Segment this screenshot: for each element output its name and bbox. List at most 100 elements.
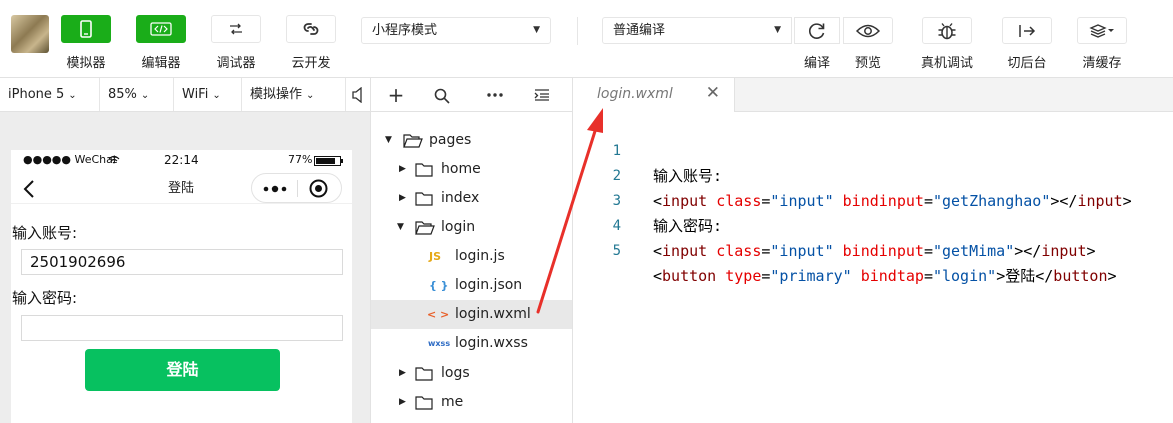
tree-label: login.wxss: [455, 335, 528, 351]
tree-folder-me[interactable]: ▶ me: [371, 388, 572, 417]
remote-debug-button[interactable]: [922, 17, 972, 44]
battery-percent: 77%: [288, 153, 313, 166]
folder-icon: [415, 396, 433, 410]
refresh-icon: [808, 22, 825, 39]
caret-right-icon: ▶: [399, 368, 406, 378]
simulate-operation-select[interactable]: 模拟操作 ⌄: [242, 78, 346, 111]
layers-icon: [1089, 23, 1114, 38]
simulator-toggle-button[interactable]: [61, 15, 111, 43]
tab-login-wxml[interactable]: login.wxml ✕: [573, 78, 735, 112]
debugger-toggle-button[interactable]: [211, 15, 261, 43]
network-select[interactable]: WiFi ⌄: [174, 78, 242, 111]
tree-folder-home[interactable]: ▶ home: [371, 155, 572, 184]
tab-title: login.wxml: [597, 86, 673, 102]
mode-select-value: 小程序模式: [372, 23, 438, 38]
device-select-value: iPhone 5: [8, 87, 65, 102]
close-icon[interactable]: ✕: [706, 83, 720, 103]
code-line-2[interactable]: 2 <input class="input" bindinput="getZha…: [573, 139, 1132, 210]
chevron-down-icon: ⌄: [306, 90, 315, 101]
status-time: 22:14: [164, 153, 199, 167]
folder-open-icon: [403, 134, 423, 148]
folder-open-icon: [415, 221, 435, 235]
login-button[interactable]: 登陆: [85, 349, 280, 391]
search-icon[interactable]: [434, 88, 450, 104]
mode-select[interactable]: 小程序模式 ▼: [361, 17, 551, 44]
network-select-value: WiFi: [182, 87, 209, 102]
code-line-1[interactable]: 1 输入账号:: [573, 114, 722, 185]
tree-folder-index[interactable]: ▶ index: [371, 184, 572, 213]
js-file-icon: JS: [429, 250, 442, 263]
code-text: <button type="primary" bindtap="login">登…: [653, 267, 1117, 285]
editor-label: 编辑器: [141, 56, 181, 71]
cloud-dev-button[interactable]: [286, 15, 336, 43]
code-line-3[interactable]: 3 输入密码:: [573, 164, 722, 235]
account-input[interactable]: 2501902696: [21, 249, 343, 275]
json-file-icon: { }: [429, 279, 449, 292]
back-arrow-icon[interactable]: [23, 179, 35, 199]
tree-file-login-json[interactable]: { } login.json: [371, 271, 572, 300]
device-select[interactable]: iPhone 5 ⌄: [0, 78, 100, 111]
remote-debug-label: 真机调试: [920, 56, 973, 71]
simulate-operation-value: 模拟操作: [250, 87, 303, 102]
chevron-down-icon: ⌄: [68, 90, 77, 101]
tree-label: login.js: [455, 248, 505, 264]
editor-tabs: login.wxml ✕: [573, 78, 1173, 112]
volume-icon[interactable]: [352, 86, 364, 107]
carrier-text: ●●●●● WeChat: [23, 153, 118, 166]
code-line-4[interactable]: 4 <input class="input" bindinput="getMim…: [573, 189, 1096, 260]
tree-folder-logs[interactable]: ▶ logs: [371, 359, 572, 388]
menu-capsule: [251, 173, 342, 203]
code-text: 输入密码:: [653, 217, 723, 235]
more-dots-icon[interactable]: [263, 185, 287, 193]
switch-background-icon: [1019, 24, 1036, 37]
clear-cache-button[interactable]: [1077, 17, 1127, 44]
chevron-down-icon: ⌄: [212, 90, 221, 101]
background-switch-button[interactable]: [1002, 17, 1052, 44]
caret-right-icon: ▶: [399, 397, 406, 407]
code-editor: login.wxml ✕ 1 输入账号: 2 <input class="inp…: [573, 78, 1173, 423]
wxss-file-icon: wxss: [428, 339, 451, 348]
battery-icon: [314, 156, 343, 166]
preview-button[interactable]: [843, 17, 893, 44]
code-text: <input class="input" bindinput="getZhang…: [653, 192, 1132, 210]
tree-file-login-wxml[interactable]: < > login.wxml: [371, 300, 572, 329]
tree-folder-login[interactable]: ▼ login: [371, 213, 572, 242]
collapse-list-icon[interactable]: [534, 89, 550, 101]
password-label: 输入密码:: [12, 289, 78, 307]
eye-icon: [856, 24, 880, 37]
nav-bar: 登陆: [11, 172, 352, 204]
zoom-select[interactable]: 85% ⌄: [100, 78, 174, 111]
compile-select[interactable]: 普通编译 ▼: [602, 17, 792, 44]
tree-label: login.wxml: [455, 306, 531, 322]
file-tree-panel: + ▼ pages ▶ home ▶ index ▼ login JS logi…: [370, 78, 573, 423]
zoom-select-value: 85%: [108, 87, 137, 102]
editor-toggle-button[interactable]: [136, 15, 186, 43]
password-input[interactable]: [21, 315, 343, 341]
wifi-icon: [108, 155, 120, 164]
folder-icon: [415, 192, 433, 206]
tree-label: home: [441, 161, 481, 177]
device-bar: iPhone 5 ⌄ 85% ⌄ WiFi ⌄ 模拟操作 ⌄: [0, 78, 370, 112]
tree-label: login: [441, 219, 476, 235]
code-text: <input class="input" bindinput="getMima"…: [653, 242, 1096, 260]
code-line-5[interactable]: 5 <button type="primary" bindtap="login"…: [573, 214, 1117, 285]
close-target-icon[interactable]: [309, 179, 328, 198]
tree-file-login-js[interactable]: JS login.js: [371, 242, 572, 271]
debug-switch-icon: [230, 23, 242, 35]
clear-cache-label: 清缓存: [1082, 56, 1122, 71]
add-file-icon[interactable]: +: [386, 83, 406, 107]
debugger-label: 调试器: [216, 56, 256, 71]
preview-label: 预览: [854, 56, 881, 71]
file-tree-toolbar: +: [371, 78, 572, 112]
status-bar: ●●●●● WeChat 22:14 77%: [11, 150, 352, 172]
avatar[interactable]: [11, 15, 49, 53]
caret-down-icon: ▼: [385, 135, 392, 145]
wxml-file-icon: < >: [427, 308, 450, 321]
tree-file-login-wxss[interactable]: wxss login.wxss: [371, 329, 572, 358]
tree-label: login.json: [455, 277, 523, 293]
tree-folder-pages[interactable]: ▼ pages: [371, 126, 572, 155]
more-options-icon[interactable]: [487, 93, 503, 97]
compile-button[interactable]: [794, 17, 840, 44]
code-icon: [150, 22, 172, 36]
capsule-divider: [297, 180, 298, 197]
